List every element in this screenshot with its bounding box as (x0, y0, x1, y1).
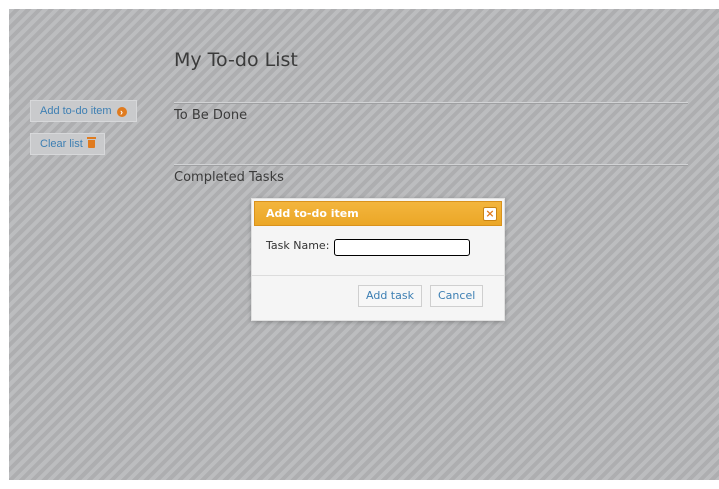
app-background: Add to-do item › Clear list My To-do List… (9, 9, 719, 480)
add-todo-item-button[interactable]: Add to-do item › (30, 100, 137, 122)
cancel-button[interactable]: Cancel (430, 285, 484, 307)
page-title: My To-do List (174, 49, 298, 71)
close-icon[interactable]: × (483, 207, 497, 221)
dialog-title: Add to-do item (266, 207, 359, 220)
clear-list-label: Clear list (40, 138, 83, 150)
to-be-done-heading: To Be Done (174, 108, 248, 123)
dialog-button-separator (252, 275, 504, 276)
clear-list-button[interactable]: Clear list (30, 133, 105, 155)
add-task-button[interactable]: Add task (358, 285, 422, 307)
task-name-label: Task Name: (266, 239, 330, 252)
completed-tasks-heading: Completed Tasks (174, 170, 284, 185)
section-divider (174, 164, 688, 166)
add-todo-item-label: Add to-do item (40, 105, 112, 117)
trash-icon (86, 137, 96, 148)
dialog-titlebar[interactable]: Add to-do item × (254, 201, 502, 226)
task-name-input[interactable] (334, 239, 470, 256)
plus-circle-icon: › (116, 107, 127, 117)
section-divider (174, 102, 688, 104)
add-todo-dialog: Add to-do item × Task Name: Add task Can… (251, 198, 505, 321)
